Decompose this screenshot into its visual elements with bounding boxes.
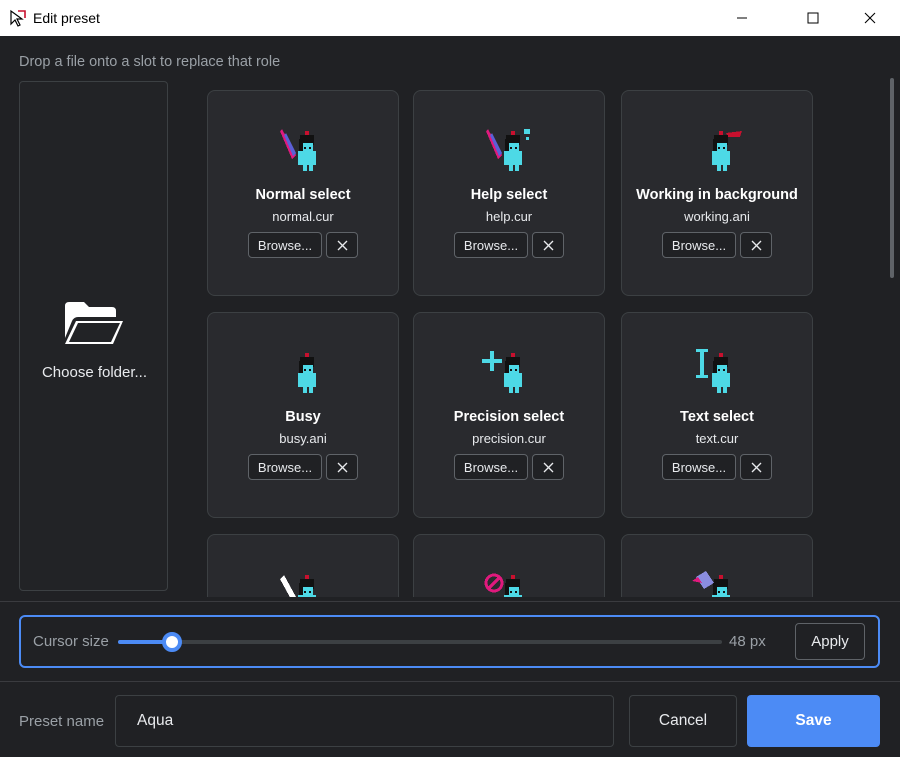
choose-folder-label: Choose folder...	[41, 364, 148, 381]
clear-icon	[337, 462, 347, 472]
cursor-slot-card[interactable]	[621, 534, 813, 597]
normal-select-cursor-icon	[280, 129, 316, 171]
browse-button[interactable]: Browse...	[662, 454, 736, 480]
close-window-button[interactable]	[847, 0, 893, 36]
slider-track	[118, 640, 722, 644]
slider-thumb[interactable]	[162, 632, 183, 652]
clear-slot-button[interactable]	[532, 232, 564, 258]
slot-role-label: Help select	[470, 187, 548, 203]
minimize-icon	[737, 17, 747, 19]
cursor-slot-grid: Normal select normal.cur Browse... Help sel…	[190, 80, 885, 597]
minimize-button[interactable]	[719, 0, 765, 36]
cursor-slot-card[interactable]: Normal select normal.cur Browse...	[207, 90, 399, 296]
slot-role-label: Busy	[285, 409, 321, 425]
browse-button[interactable]: Browse...	[248, 232, 322, 258]
cursor-slot-card[interactable]	[413, 534, 605, 597]
cursor-size-label: Cursor size	[33, 633, 109, 650]
clear-slot-button[interactable]	[326, 232, 358, 258]
slot-role-label: Working in background	[636, 187, 798, 203]
browse-button[interactable]: Browse...	[454, 454, 528, 480]
clear-icon	[543, 240, 553, 250]
slot-role-label: Precision select	[453, 409, 565, 425]
browse-button[interactable]: Browse...	[248, 454, 322, 480]
cursor-size-slider[interactable]	[118, 629, 722, 655]
clear-slot-button[interactable]	[326, 454, 358, 480]
close-icon	[864, 12, 876, 24]
clear-icon	[337, 240, 347, 250]
working-cursor-icon	[712, 131, 742, 171]
busy-cursor-icon	[298, 353, 316, 393]
handwriting-cursor-icon	[280, 575, 316, 597]
clear-icon	[751, 240, 761, 250]
maximize-button[interactable]	[790, 0, 836, 36]
clear-slot-button[interactable]	[740, 454, 772, 480]
cursor-slot-card[interactable]: Busy busy.ani Browse...	[207, 312, 399, 518]
choose-folder-button[interactable]: Choose folder...	[19, 81, 168, 591]
browse-button[interactable]: Browse...	[454, 232, 528, 258]
maximize-icon	[807, 12, 819, 24]
slot-file-name: busy.ani	[279, 431, 327, 446]
slot-role-label: Text select	[680, 409, 754, 425]
clear-icon	[543, 462, 553, 472]
slot-file-name: normal.cur	[272, 209, 334, 224]
title-bar: Edit preset	[0, 0, 900, 36]
clear-icon	[751, 462, 761, 472]
cursor-slot-card[interactable]	[207, 534, 399, 597]
cursor-size-panel: Cursor size 48 px Apply	[19, 615, 880, 668]
cursor-slot-card[interactable]: Help select help.cur Browse...	[413, 90, 605, 296]
scrollbar-thumb[interactable]	[890, 78, 894, 278]
slot-role-label: Normal select	[255, 187, 351, 203]
cursor-slot-card[interactable]: Working in background working.ani Browse..…	[621, 90, 813, 296]
cancel-button[interactable]: Cancel	[629, 695, 737, 747]
browse-button[interactable]: Browse...	[662, 232, 736, 258]
cursor-slot-card[interactable]: Text select text.cur Browse...	[621, 312, 813, 518]
unavailable-cursor-icon	[484, 573, 522, 597]
divider	[0, 681, 900, 682]
save-button[interactable]: Save	[747, 695, 880, 747]
preset-name-input[interactable]	[115, 695, 614, 747]
precision-cursor-icon	[482, 351, 522, 393]
cursor-slot-card[interactable]: Precision select precision.cur Browse...	[413, 312, 605, 518]
drop-hint: Drop a file onto a slot to replace that …	[19, 54, 281, 70]
link-cursor-icon	[692, 571, 730, 597]
preset-name-label: Preset name	[19, 713, 105, 730]
text-cursor-icon	[696, 349, 730, 393]
edit-preset-window: Edit preset Drop a file onto a slot to r…	[0, 0, 900, 757]
cursor-size-value: 48 px	[729, 633, 766, 650]
help-select-cursor-icon	[486, 129, 530, 171]
divider	[0, 601, 900, 602]
slot-file-name: help.cur	[485, 209, 533, 224]
folder-open-icon	[65, 302, 123, 344]
slot-file-name: precision.cur	[472, 431, 546, 446]
slot-file-name: working.ani	[684, 209, 750, 224]
clear-slot-button[interactable]	[740, 232, 772, 258]
clear-slot-button[interactable]	[532, 454, 564, 480]
apply-button[interactable]: Apply	[795, 623, 865, 660]
window-title: Edit preset	[33, 10, 100, 26]
slot-file-name: text.cur	[695, 431, 739, 446]
app-cursor-icon	[10, 9, 26, 27]
